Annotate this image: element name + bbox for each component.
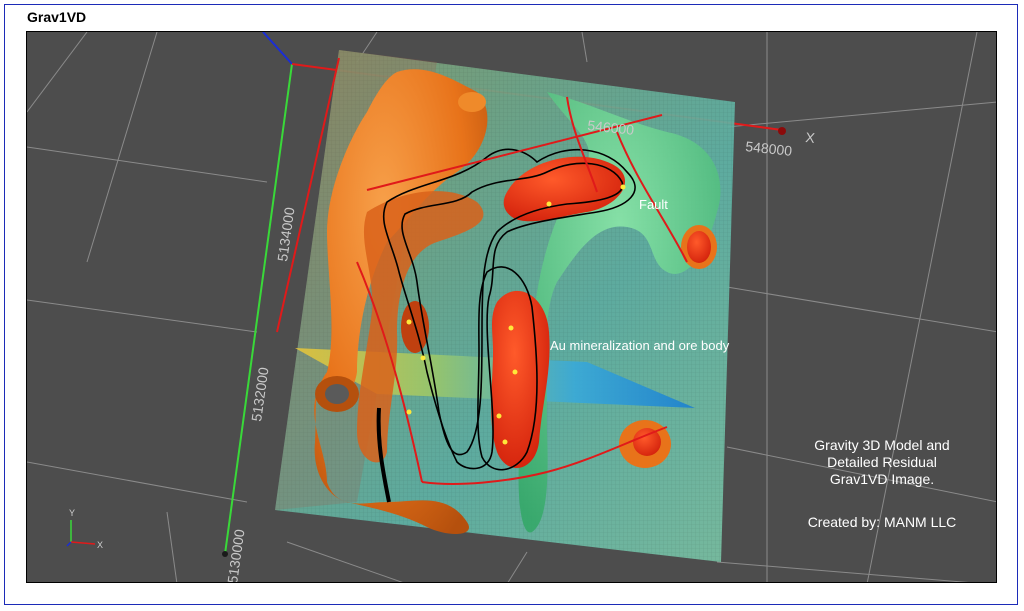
window-title: Grav1VD	[27, 9, 87, 25]
scene-canvas: 546000 548000 X 5134000 5132000 5130000 …	[27, 32, 996, 582]
ore-body-label: Au mineralization and ore body	[550, 338, 730, 353]
3d-viewport[interactable]: 546000 548000 X 5134000 5132000 5130000 …	[26, 31, 997, 583]
fault-label: Fault	[639, 197, 668, 212]
caption-line-2: Detailed Residual	[827, 454, 937, 470]
z-axis-line	[262, 32, 293, 65]
figure-caption: Gravity 3D Model and Detailed Residual G…	[787, 437, 977, 488]
caption-line-1: Gravity 3D Model and	[814, 437, 950, 453]
triad-y-label: Y	[69, 508, 75, 518]
credit-text: Created by: MANM LLC	[807, 514, 957, 530]
orientation-triad: Y X	[66, 508, 103, 550]
y-tick-5132000: 5132000	[248, 366, 271, 422]
x-tick-548000: 548000	[745, 138, 793, 159]
triad-x-label: X	[97, 540, 103, 550]
x-axis-letter: X	[805, 129, 817, 146]
caption-line-3: Grav1VD Image.	[829, 471, 935, 487]
